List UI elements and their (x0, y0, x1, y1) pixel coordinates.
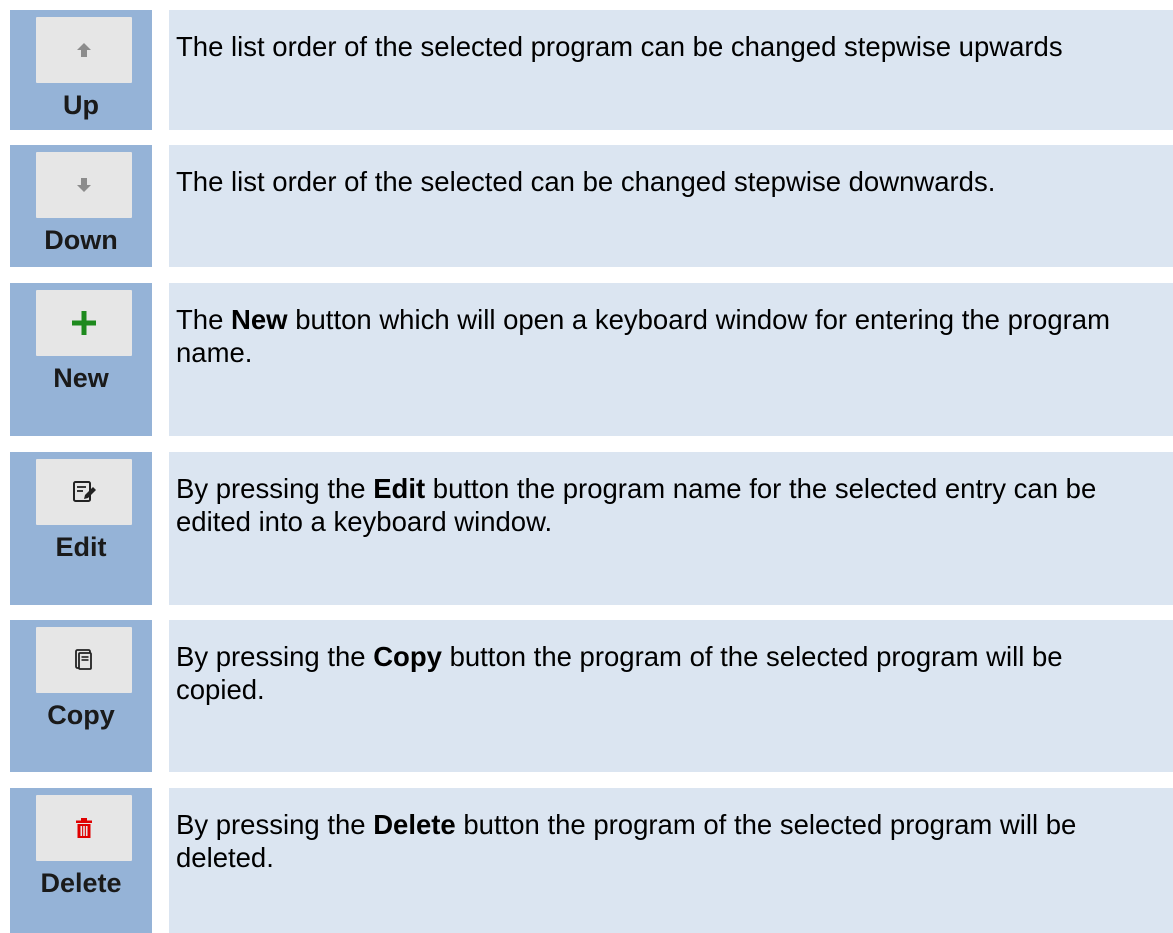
copy-button[interactable] (36, 627, 132, 693)
edit-button[interactable] (36, 459, 132, 525)
icon-cell: Up (10, 10, 152, 130)
description-text-rest: button which will open a keyboard window… (176, 304, 1110, 368)
button-label: Up (63, 90, 99, 120)
button-reference-table: Up The list order of the selected progra… (0, 0, 1173, 933)
icon-cell: Edit (10, 452, 152, 605)
description-bold-term: Edit (373, 473, 426, 504)
description-bold-term: Copy (373, 641, 442, 672)
arrow-down-icon (77, 178, 91, 192)
down-button[interactable] (36, 152, 132, 218)
arrow-up-icon (77, 43, 91, 57)
description-text: By pressing the (176, 809, 374, 840)
description-text: By pressing the (176, 641, 374, 672)
description-bold-term: Delete (373, 809, 456, 840)
table-row-up: Up The list order of the selected progra… (0, 10, 1173, 130)
delete-button[interactable] (36, 795, 132, 861)
plus-icon (72, 311, 96, 335)
table-row-new: New The New button which will open a key… (0, 283, 1173, 436)
copy-icon (75, 649, 92, 670)
table-row-down: Down The list order of the selected can … (0, 145, 1173, 267)
description-text: The list order of the selected program c… (176, 31, 1063, 62)
description-text: By pressing the (176, 473, 374, 504)
new-button[interactable] (36, 290, 132, 356)
up-button[interactable] (36, 17, 132, 83)
icon-cell: Delete (10, 788, 152, 933)
description-cell: The New button which will open a keyboar… (169, 283, 1173, 436)
edit-icon (73, 481, 96, 502)
icon-cell: New (10, 283, 152, 436)
icon-cell: Copy (10, 620, 152, 772)
button-label: New (53, 363, 109, 393)
table-row-edit: Edit By pressing the Edit button the pro… (0, 452, 1173, 605)
table-row-copy: Copy By pressing the Copy button the pro… (0, 620, 1173, 772)
description-text: The (176, 304, 232, 335)
button-label: Down (44, 225, 118, 255)
button-label: Copy (47, 700, 115, 730)
description-cell: By pressing the Copy button the program … (169, 620, 1173, 772)
table-row-delete: Delete By pressing the Delete button the… (0, 788, 1173, 933)
button-label: Delete (40, 868, 122, 898)
description-text: The list order of the selected can be ch… (176, 166, 996, 197)
description-cell: By pressing the Edit button the program … (169, 452, 1173, 605)
button-label: Edit (55, 532, 107, 562)
icon-cell: Down (10, 145, 152, 267)
description-bold-term: New (231, 304, 288, 335)
trash-icon (76, 818, 92, 838)
description-cell: By pressing the Delete button the progra… (169, 788, 1173, 933)
description-cell: The list order of the selected program c… (169, 10, 1173, 130)
description-cell: The list order of the selected can be ch… (169, 145, 1173, 267)
